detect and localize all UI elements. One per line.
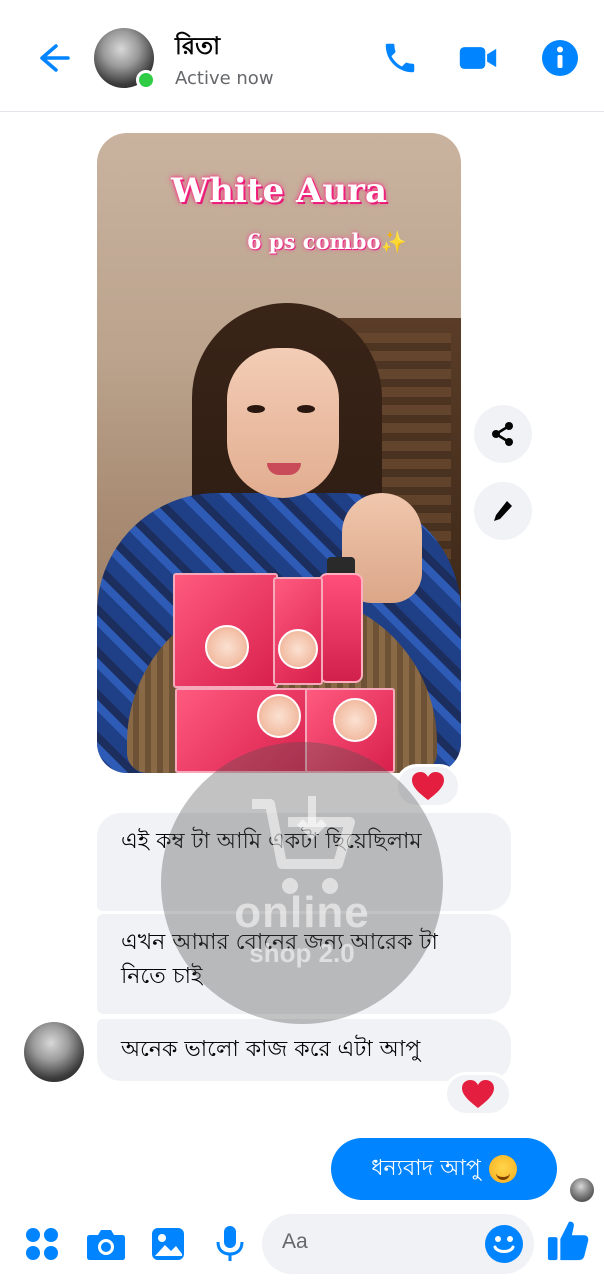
incoming-message[interactable]: এই কম্ব টা আমি একটা ছিয়েছিলাম <box>97 813 511 911</box>
sender-avatar[interactable] <box>24 1022 84 1082</box>
gallery-icon[interactable] <box>146 1222 190 1266</box>
product-box <box>173 573 278 688</box>
conversation-header: রিতা Active now <box>0 0 604 112</box>
heart-reaction[interactable] <box>444 1072 512 1116</box>
outgoing-message[interactable]: ধন্যবাদ আপু <box>331 1138 557 1200</box>
seen-receipt-avatar <box>570 1178 594 1202</box>
video-call-icon[interactable] <box>458 38 498 78</box>
camera-icon[interactable] <box>84 1222 128 1266</box>
back-arrow-icon[interactable] <box>30 36 74 80</box>
active-status: Active now <box>175 68 274 89</box>
product-box <box>305 688 395 773</box>
smiling-face-with-hearts-icon <box>488 1155 517 1183</box>
shared-product-image[interactable]: White Aura 6 ps combo✨ <box>97 133 461 773</box>
product-bottle <box>319 573 363 683</box>
pencil-icon <box>494 501 512 521</box>
product-box <box>273 577 323 685</box>
heart-reaction[interactable] <box>395 764 461 808</box>
microphone-icon[interactable] <box>208 1222 252 1266</box>
person-face <box>227 348 339 498</box>
online-status-dot <box>136 70 156 90</box>
sparkle-icon: ✨ <box>380 229 407 254</box>
message-input[interactable]: Aa <box>262 1214 534 1274</box>
thumbs-up-icon[interactable] <box>546 1218 590 1262</box>
phone-call-icon[interactable] <box>380 38 420 78</box>
edit-button[interactable] <box>474 482 532 540</box>
contact-name[interactable]: রিতা <box>175 28 220 68</box>
apps-menu-icon[interactable] <box>20 1222 64 1266</box>
share-icon <box>492 422 513 446</box>
incoming-message[interactable]: অনেক ভালো কাজ করে এটা আপু <box>97 1019 511 1081</box>
input-placeholder: Aa <box>282 1230 308 1253</box>
heart-icon <box>462 1080 494 1108</box>
product-subtitle: 6 ps combo✨ <box>247 229 407 254</box>
contact-avatar[interactable] <box>94 28 156 90</box>
heart-icon <box>412 772 444 800</box>
emoji-icon[interactable] <box>484 1224 524 1264</box>
incoming-message[interactable]: এখন আমার বোনের জন্য আরেক টা নিতে চাই <box>97 914 511 1014</box>
share-button[interactable] <box>474 405 532 463</box>
info-icon[interactable] <box>540 38 580 78</box>
product-box <box>175 688 311 773</box>
product-title: White Aura <box>170 171 388 211</box>
